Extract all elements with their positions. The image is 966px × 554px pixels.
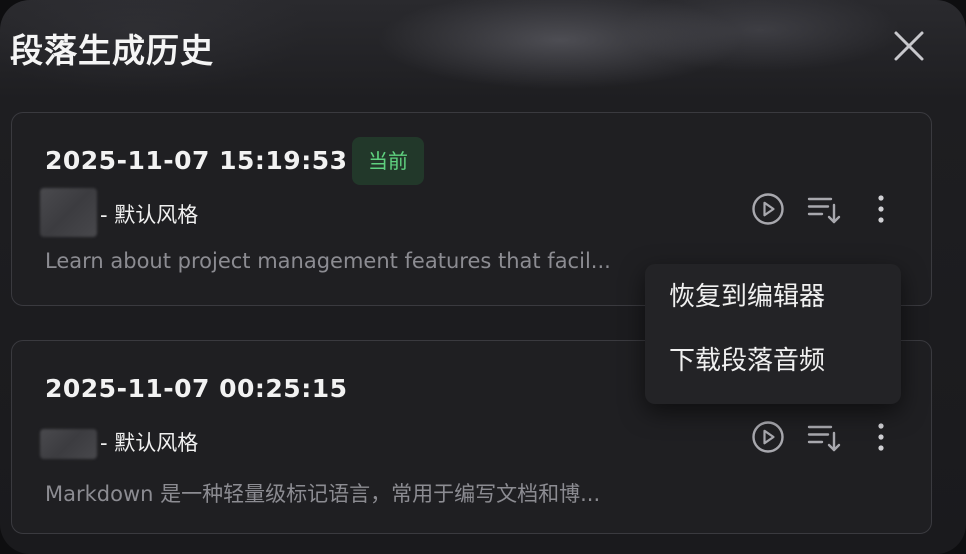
- context-menu: 恢复到编辑器 下载段落音频: [645, 264, 901, 404]
- style-label: - 默认风格: [100, 203, 199, 227]
- history-dialog: 段落生成历史 2025-11-07 15:19:53 当前 - 默认风格 Lea…: [0, 0, 966, 554]
- voice-avatar: [40, 188, 97, 237]
- current-badge: 当前: [352, 137, 424, 185]
- text-preview: Markdown 是一种轻量级标记语言，常用于编写文档和博...: [45, 482, 601, 506]
- close-icon: [894, 31, 924, 61]
- play-circle-icon: [752, 193, 784, 225]
- history-timestamp: 2025-11-07 15:19:53: [45, 146, 348, 175]
- close-button[interactable]: [890, 27, 928, 65]
- restore-to-editor-menu-item[interactable]: 恢复到编辑器: [669, 276, 825, 313]
- dialog-title: 段落生成历史: [10, 31, 214, 70]
- text-preview: Learn about project management features …: [45, 249, 611, 273]
- more-vertical-icon: [878, 195, 884, 223]
- add-to-queue-button[interactable]: [804, 417, 844, 457]
- history-timestamp: 2025-11-07 00:25:15: [45, 374, 348, 403]
- play-button[interactable]: [748, 189, 788, 229]
- play-button[interactable]: [748, 417, 788, 457]
- playlist-sort-icon: [807, 197, 841, 224]
- add-to-queue-button[interactable]: [804, 189, 844, 229]
- more-options-button[interactable]: [862, 417, 902, 457]
- playlist-sort-icon: [807, 425, 841, 452]
- voice-avatar: [40, 429, 97, 459]
- style-label: - 默认风格: [100, 431, 199, 455]
- play-circle-icon: [752, 421, 784, 453]
- more-options-button[interactable]: [862, 189, 902, 229]
- more-vertical-icon: [878, 423, 884, 451]
- download-audio-menu-item[interactable]: 下载段落音频: [669, 340, 825, 377]
